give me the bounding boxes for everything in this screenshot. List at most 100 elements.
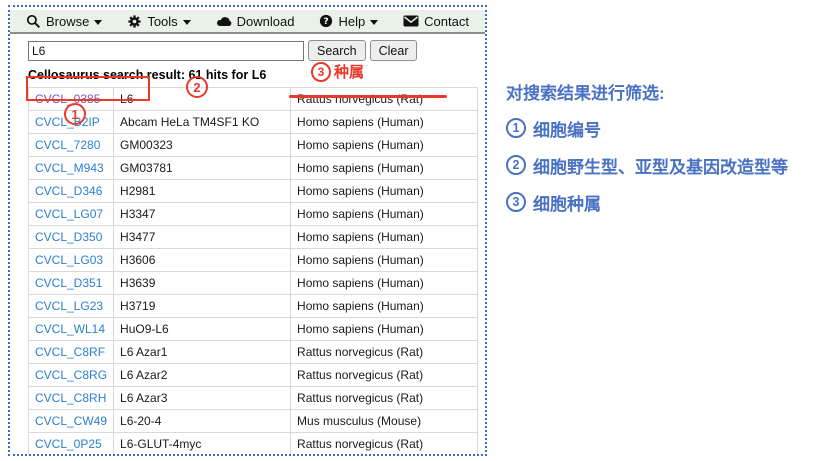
note-item-2: 2 细胞野生型、亚型及基因改造型等 [506, 153, 822, 177]
nav-label-help: Help [338, 14, 365, 29]
search-row: Search Clear [28, 40, 485, 61]
accession-link[interactable]: CVCL_D350 [35, 230, 102, 244]
table-row: CVCL_D350 H3477 Homo sapiens (Human) [29, 226, 478, 249]
species-value: Homo sapiens (Human) [291, 134, 478, 157]
cell-line-name: L6 Azar1 [114, 341, 291, 364]
table-row: CVCL_WL14 HuO9-L6 Homo sapiens (Human) [29, 318, 478, 341]
table-row: CVCL_M943 GM03781 Homo sapiens (Human) [29, 157, 478, 180]
cell-line-name: GM03781 [114, 157, 291, 180]
table-row: CVCL_LG23 H3719 Homo sapiens (Human) [29, 295, 478, 318]
search-results-table: CVCL_0385 L6 Rattus norvegicus (Rat) CVC… [28, 87, 478, 456]
gear-icon [127, 14, 142, 29]
cellosaurus-screenshot-panel: Browse Tools Download ? Help [8, 5, 487, 456]
accession-link[interactable]: CVCL_D351 [35, 276, 102, 290]
note-text-2: 细胞野生型、亚型及基因改造型等 [533, 153, 788, 178]
species-value: Homo sapiens (Human) [291, 318, 478, 341]
cell-line-name: HuO9-L6 [114, 318, 291, 341]
note-number-2-icon: 2 [506, 155, 526, 175]
nav-item-help[interactable]: ? Help [319, 14, 378, 29]
note-item-3: 3 细胞种属 [506, 190, 822, 214]
note-number-1-icon: 1 [506, 118, 526, 138]
accession-link[interactable]: CVCL_WL14 [35, 322, 105, 336]
cell-line-name: L6 Azar2 [114, 364, 291, 387]
cell-line-name: Abcam HeLa TM4SF1 KO [114, 111, 291, 134]
top-navbar: Browse Tools Download ? Help [10, 10, 485, 34]
nav-label-download: Download [237, 14, 295, 29]
accession-link[interactable]: CVCL_C8RH [35, 391, 106, 405]
dropdown-caret-icon [370, 20, 378, 25]
species-value: Rattus norvegicus (Rat) [291, 387, 478, 410]
accession-link[interactable]: CVCL_LG03 [35, 253, 103, 267]
nav-label-contact: Contact [424, 14, 469, 29]
species-value: Homo sapiens (Human) [291, 203, 478, 226]
table-row: CVCL_7280 GM00323 Homo sapiens (Human) [29, 134, 478, 157]
accession-link[interactable]: CVCL_C8RG [35, 368, 107, 382]
note-text-3: 细胞种属 [533, 190, 601, 215]
accession-link[interactable]: CVCL_0P25 [35, 437, 102, 451]
species-value: Homo sapiens (Human) [291, 157, 478, 180]
species-value: Rattus norvegicus (Rat) [291, 456, 478, 457]
notes-title: 对搜索结果进行筛选: [506, 84, 822, 104]
species-value: Homo sapiens (Human) [291, 180, 478, 203]
species-value: Homo sapiens (Human) [291, 295, 478, 318]
table-row: CVCL_C8RH L6 Azar3 Rattus norvegicus (Ra… [29, 387, 478, 410]
nav-item-tools[interactable]: Tools [127, 14, 190, 29]
question-mark-icon: ? [319, 14, 333, 28]
notes-panel: 对搜索结果进行筛选: 1 细胞编号 2 细胞野生型、亚型及基因改造型等 3 细胞… [506, 84, 822, 227]
magnifier-icon [26, 14, 41, 29]
nav-label-tools: Tools [147, 14, 177, 29]
cell-line-name: H3719 [114, 295, 291, 318]
cell-line-name: L6-20-4 [114, 410, 291, 433]
envelope-icon [403, 15, 419, 27]
accession-link[interactable]: CVCL_LG23 [35, 299, 103, 313]
species-value: Rattus norvegicus (Rat) [291, 341, 478, 364]
clear-button[interactable]: Clear [370, 40, 418, 61]
species-value: Rattus norvegicus (Rat) [291, 433, 478, 456]
species-value: Homo sapiens (Human) [291, 249, 478, 272]
svg-text:?: ? [324, 16, 329, 27]
table-row: CVCL_D346 H2981 Homo sapiens (Human) [29, 180, 478, 203]
cell-line-name: H2981 [114, 180, 291, 203]
cell-line-name: H3606 [114, 249, 291, 272]
species-value: Rattus norvegicus (Rat) [291, 88, 478, 111]
nav-item-browse[interactable]: Browse [26, 14, 102, 29]
note-number-3-icon: 3 [506, 192, 526, 212]
cloud-download-icon [216, 15, 232, 27]
dropdown-caret-icon [94, 20, 102, 25]
accession-link[interactable]: CVCL_M943 [35, 161, 104, 175]
search-button[interactable]: Search [308, 40, 366, 61]
accession-link[interactable]: CVCL_0385 [35, 92, 100, 106]
cell-line-name: L6-GLUT-4myc [114, 433, 291, 456]
species-value: Mus musculus (Mouse) [291, 410, 478, 433]
table-row: CVCL_B2IP Abcam HeLa TM4SF1 KO Homo sapi… [29, 111, 478, 134]
cell-line-name: L6 Azar3 [114, 387, 291, 410]
note-item-1: 1 细胞编号 [506, 116, 822, 140]
accession-link[interactable]: CVCL_7280 [35, 138, 100, 152]
table-row: CVCL_0P25 L6-GLUT-4myc Rattus norvegicus… [29, 433, 478, 456]
table-row: CVCL_0385 L6 Rattus norvegicus (Rat) [29, 88, 478, 111]
table-row: CVCL_D351 H3639 Homo sapiens (Human) [29, 272, 478, 295]
cell-line-name: H3347 [114, 203, 291, 226]
nav-item-download[interactable]: Download [216, 14, 295, 29]
species-value: Homo sapiens (Human) [291, 111, 478, 134]
table-row: CVCL_CW49 L6-20-4 Mus musculus (Mouse) [29, 410, 478, 433]
species-value: Rattus norvegicus (Rat) [291, 364, 478, 387]
accession-link[interactable]: CVCL_CW49 [35, 414, 107, 428]
dropdown-caret-icon [183, 20, 191, 25]
cell-line-name: GM00323 [114, 134, 291, 157]
table-row: CVCL_LG03 H3606 Homo sapiens (Human) [29, 249, 478, 272]
accession-link[interactable]: CVCL_B2IP [35, 115, 100, 129]
search-input[interactable] [28, 41, 304, 61]
species-value: Homo sapiens (Human) [291, 272, 478, 295]
table-row: CVCL_C8RG L6 Azar2 Rattus norvegicus (Ra… [29, 364, 478, 387]
accession-link[interactable]: CVCL_D346 [35, 184, 102, 198]
accession-link[interactable]: CVCL_C8RF [35, 345, 105, 359]
search-result-summary: Cellosaurus search result: 61 hits for L… [28, 68, 485, 82]
accession-link[interactable]: CVCL_LG07 [35, 207, 103, 221]
nav-item-contact[interactable]: Contact [403, 14, 469, 29]
cell-line-name: H3639 [114, 272, 291, 295]
table-row: CVCL_3834 L6.C10 Rattus norvegicus (Rat) [29, 456, 478, 457]
table-row: CVCL_LG07 H3347 Homo sapiens (Human) [29, 203, 478, 226]
table-row: CVCL_C8RF L6 Azar1 Rattus norvegicus (Ra… [29, 341, 478, 364]
cell-line-name: L6.C10 [114, 456, 291, 457]
